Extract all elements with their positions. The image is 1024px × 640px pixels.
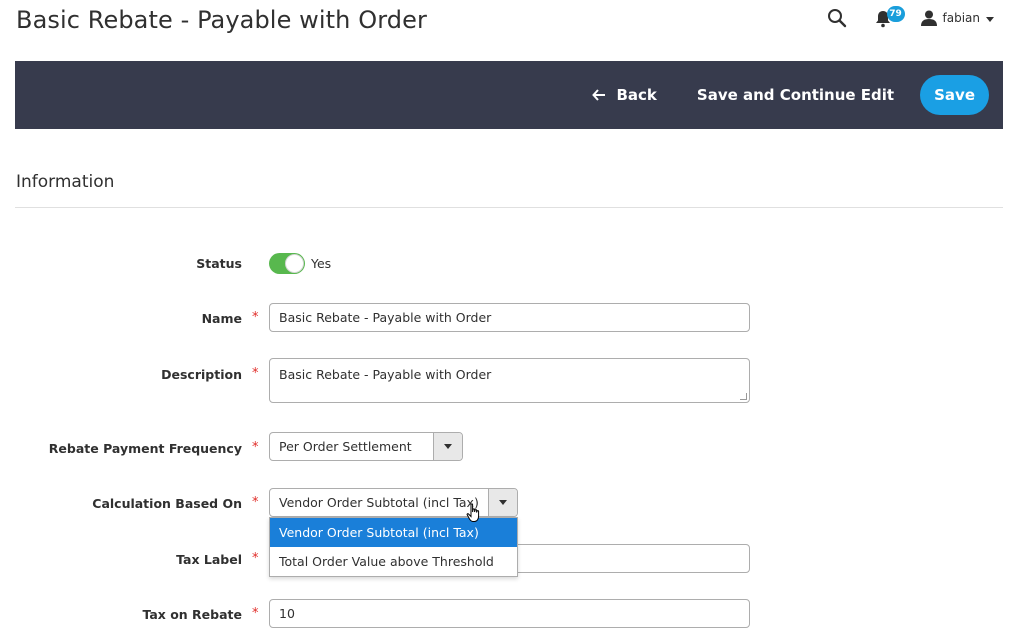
save-button[interactable]: Save [920,75,989,115]
header-actions: 79 fabian [825,6,994,30]
notifications-button[interactable]: 79 [875,6,905,30]
caret-down-icon [499,500,507,505]
user-icon [920,10,937,26]
notifications-badge: 79 [886,6,905,22]
search-icon[interactable] [825,6,849,30]
page-title: Basic Rebate - Payable with Order [16,6,427,34]
dropdown-option[interactable]: Total Order Value above Threshold [270,547,517,576]
section-divider [15,207,1003,208]
status-label: Status [196,256,242,271]
required-marker: * [252,495,259,510]
status-toggle[interactable] [269,253,305,274]
tax-on-rebate-label: Tax on Rebate [142,607,242,622]
required-marker: * [252,551,259,566]
select-arrow [488,489,517,516]
calculation-based-on-label: Calculation Based On [92,496,242,511]
calculation-based-on-dropdown: Vendor Order Subtotal (incl Tax) Total O… [269,517,518,577]
hand-cursor-icon [466,503,480,522]
required-marker: * [252,366,259,381]
back-button[interactable]: Back [592,86,657,104]
name-label: Name [201,311,242,326]
section-title: Information [16,172,115,192]
tax-label-label: Tax Label [176,552,242,567]
user-menu[interactable]: fabian [920,10,994,26]
name-input[interactable]: Basic Rebate - Payable with Order [269,303,750,332]
required-marker: * [252,440,259,455]
rebate-payment-frequency-select[interactable]: Per Order Settlement [269,432,463,461]
required-marker: * [252,310,259,325]
arrow-left-icon [592,89,606,101]
page-actions-bar: Back Save and Continue Edit Save [15,61,1003,129]
status-value: Yes [311,256,332,271]
select-value: Per Order Settlement [279,439,412,454]
caret-down-icon [444,444,452,449]
resize-handle-icon[interactable] [740,393,747,400]
select-value: Vendor Order Subtotal (incl Tax) [279,495,479,510]
user-name: fabian [942,11,981,25]
back-label: Back [616,86,657,104]
rebate-payment-frequency-label: Rebate Payment Frequency [48,441,242,456]
save-and-continue-button[interactable]: Save and Continue Edit [697,86,894,104]
required-marker: * [252,606,259,621]
description-label: Description [161,367,242,382]
select-arrow [433,433,462,460]
chevron-down-icon [986,16,994,22]
toggle-knob [285,254,304,273]
description-textarea[interactable]: Basic Rebate - Payable with Order [269,358,750,403]
description-text: Basic Rebate - Payable with Order [279,367,492,382]
tax-on-rebate-input[interactable]: 10 [269,599,750,628]
